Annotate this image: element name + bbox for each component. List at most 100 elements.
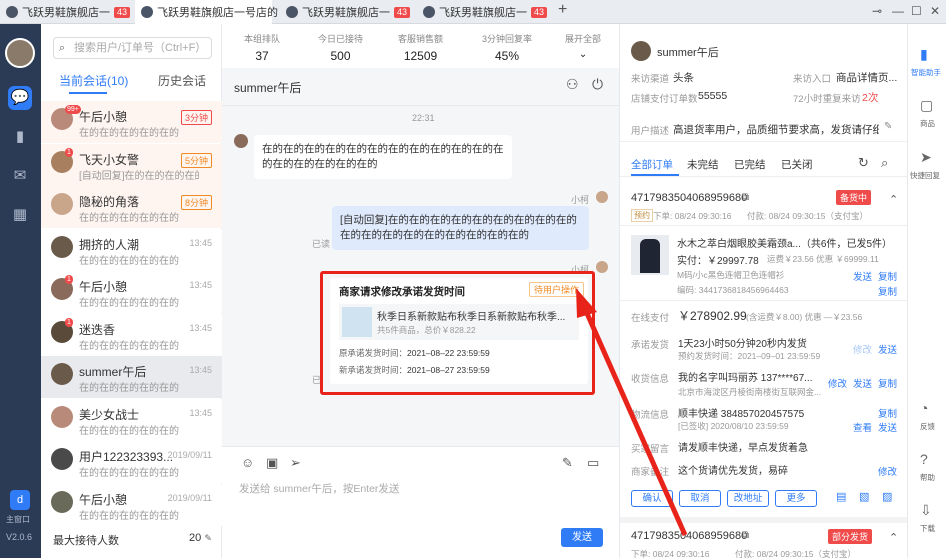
conversation-item[interactable]: 午后小憩 在的在的在的在的在的 2019/09/11 xyxy=(41,483,222,526)
more-button[interactable]: 更多 xyxy=(775,490,817,507)
copy-product-button[interactable]: 复制 xyxy=(878,269,897,283)
minimize-icon[interactable]: — xyxy=(892,4,904,18)
refresh-icon[interactable]: ↻ xyxy=(858,155,869,171)
message-input[interactable]: 发送给 summer午后，按Enter发送 xyxy=(239,481,399,496)
max-receive-value[interactable]: 20 ✎ xyxy=(189,532,212,544)
conversation-item[interactable]: 1 午后小憩 在的在的在的在的在的 13:45 xyxy=(41,271,222,313)
main-window-icon[interactable]: d xyxy=(10,490,30,510)
conversation-item[interactable]: 用户122323393... 在的在的在的在的在的 2019/09/11 xyxy=(41,441,222,483)
conversation-item[interactable]: 拥挤的人潮 在的在的在的在的在的 13:45 xyxy=(41,228,222,271)
feedback-label: 反馈 xyxy=(920,422,935,431)
source-value: 头条 xyxy=(673,72,694,84)
message-timestamp: 22:31 xyxy=(412,113,435,123)
copy-code-button[interactable]: 复制 xyxy=(878,284,897,298)
conversation-name: 迷迭香 xyxy=(79,322,116,337)
cancel-button[interactable]: 取消 xyxy=(679,490,721,507)
modify-address-button[interactable]: 修改 xyxy=(828,376,847,390)
help-label: 帮助 xyxy=(920,473,935,482)
edit-doc-icon[interactable]: ✎ xyxy=(562,455,573,471)
conversation-time: 13:45 xyxy=(189,365,212,375)
conversation-item[interactable]: 1 飞天小女警 [自动回复]在的在的在的在的 5分钟 xyxy=(41,143,222,186)
tab-closed[interactable]: 已关闭 xyxy=(781,157,813,172)
chevron-up-icon[interactable]: ⌃ xyxy=(889,531,898,544)
send-plane-icon[interactable]: ➢ xyxy=(290,455,301,471)
tab-all-orders[interactable]: 全部订单 xyxy=(631,157,673,172)
transfer-user-icon[interactable]: ⚇ xyxy=(566,76,579,93)
copy-address-button[interactable]: 复制 xyxy=(878,376,897,390)
apps-icon[interactable]: ▦ xyxy=(8,203,32,227)
conversation-preview: 在的在的在的在的在的 xyxy=(79,340,179,352)
conversation-item[interactable]: 美少女战士 在的在的在的在的在的 13:45 xyxy=(41,398,222,441)
tab-current-sessions[interactable]: 当前会话(10) xyxy=(59,72,128,89)
logistics-label: 物流信息 xyxy=(631,410,670,421)
tab-store-2-active[interactable]: 飞跃男鞋旗舰店一号店的 xyxy=(135,0,278,24)
feedback-icon[interactable]: ◔ xyxy=(920,400,928,416)
avatar xyxy=(51,405,73,428)
stats-icon[interactable]: ▮ xyxy=(8,125,32,149)
search-icon[interactable]: ⌕ xyxy=(881,155,888,171)
tab-finished[interactable]: 已完结 xyxy=(734,157,766,172)
product-image[interactable] xyxy=(631,235,669,275)
search-input[interactable]: ⌕ 搜索用户/订单号（Ctrl+F） xyxy=(53,37,212,59)
conversation-item[interactable]: 1 迷迭香 在的在的在的在的在的 13:45 xyxy=(41,313,222,356)
change-address-button[interactable]: 改地址 xyxy=(727,490,769,507)
stat-sales: 客服销售额 12509 xyxy=(398,34,444,63)
send-address-button[interactable]: 发送 xyxy=(853,376,872,390)
tab-history-sessions[interactable]: 历史会话 xyxy=(158,72,206,89)
edit-icon[interactable]: ✎ xyxy=(204,533,212,543)
copy-logistics-button[interactable]: 复制 xyxy=(878,406,897,420)
help-icon[interactable]: ? xyxy=(920,451,928,467)
confirm-button[interactable]: 确认 xyxy=(631,490,673,507)
copy-icon[interactable]: ⧉ xyxy=(742,192,749,203)
order-id-2: 4717983504068959680 xyxy=(631,530,748,542)
conversation-item[interactable]: 隐秘的角落 在的在的在的在的在的 8分钟 xyxy=(41,186,222,228)
send-button[interactable]: 发送 xyxy=(561,528,603,547)
conversation-preview: 在的在的在的在的在的 xyxy=(79,128,179,139)
power-icon[interactable]: ⏻ xyxy=(592,76,603,93)
close-icon[interactable]: ✕ xyxy=(930,4,940,18)
copy-icon[interactable]: ⧉ xyxy=(742,530,749,541)
download-icon[interactable]: ⇩ xyxy=(920,502,932,519)
conversation-item[interactable]: 99+ 午后小憩 在的在的在的在的在的 3分钟 xyxy=(41,101,222,143)
pin-icon[interactable]: ⊸ xyxy=(872,4,882,18)
conversation-item[interactable]: summer午后 在的在的在的在的在的 13:45 xyxy=(41,356,222,398)
unread-badge: 43 xyxy=(394,6,411,18)
tab-store-3[interactable]: 飞跃男鞋旗舰店一 43 xyxy=(280,0,415,24)
prepay-tag: 预约 xyxy=(631,209,653,222)
chat-icon[interactable]: 💬 xyxy=(8,86,32,110)
image-icon[interactable]: ▣ xyxy=(266,455,278,471)
window-tab-bar: 飞跃男鞋旗舰店一 43 飞跃男鞋旗舰店一号店的 飞跃男鞋旗舰店一 43 飞跃男鞋… xyxy=(0,0,946,24)
divider xyxy=(620,141,908,142)
product-sku: M码/小c黑色连帽卫色连帽衫 xyxy=(677,270,785,280)
conversation-preview: 在的在的在的在的在的 xyxy=(79,468,179,479)
edit-icon[interactable]: ✎ xyxy=(884,121,892,132)
emoji-icon[interactable]: ☺ xyxy=(241,455,254,470)
add-tab-icon[interactable]: + xyxy=(558,1,567,19)
tab-unfinished[interactable]: 未完结 xyxy=(687,157,719,172)
goods-icon[interactable]: ▢ xyxy=(920,97,933,114)
merchant-note-label: 商家备注 xyxy=(631,467,670,478)
send-logistics-button[interactable]: 发送 xyxy=(878,420,897,434)
send-promise-button[interactable]: 发送 xyxy=(878,342,897,356)
customer-name: summer午后 xyxy=(657,47,719,59)
entry-value: 商品详情页... xyxy=(836,72,898,84)
expand-all-button[interactable]: 展开全部 ⌄ xyxy=(565,32,601,60)
modify-promise-button[interactable]: 修改 xyxy=(853,342,872,356)
ship-time-change-card[interactable]: 商家请求修改承诺发货时间 待用户操作 秋季日系新款贴布秋季日系新款贴布秋季...… xyxy=(330,278,588,384)
assistant-icon[interactable]: ▮ xyxy=(920,46,928,63)
promise-label: 承诺发货 xyxy=(631,340,670,351)
modify-note-button[interactable]: 修改 xyxy=(878,464,897,478)
mail-icon[interactable]: ✉ xyxy=(8,164,32,188)
chevron-up-icon[interactable]: ⌃ xyxy=(889,193,898,206)
tab-store-4[interactable]: 飞跃男鞋旗舰店一 43 xyxy=(417,0,552,24)
agent-avatar[interactable] xyxy=(5,38,35,68)
tab-store-1[interactable]: 飞跃男鞋旗舰店一 43 xyxy=(0,0,135,24)
view-logistics-button[interactable]: 查看 xyxy=(853,420,872,434)
note-icon[interactable]: ▨ xyxy=(882,490,892,503)
print-icon[interactable]: ▤ xyxy=(836,490,846,503)
window-icon[interactable]: ▭ xyxy=(587,455,599,471)
invoice-icon[interactable]: ▧ xyxy=(859,490,869,503)
send-product-button[interactable]: 发送 xyxy=(853,269,872,283)
maximize-icon[interactable]: ☐ xyxy=(911,4,922,18)
quick-reply-icon[interactable]: ➤ xyxy=(920,149,932,166)
